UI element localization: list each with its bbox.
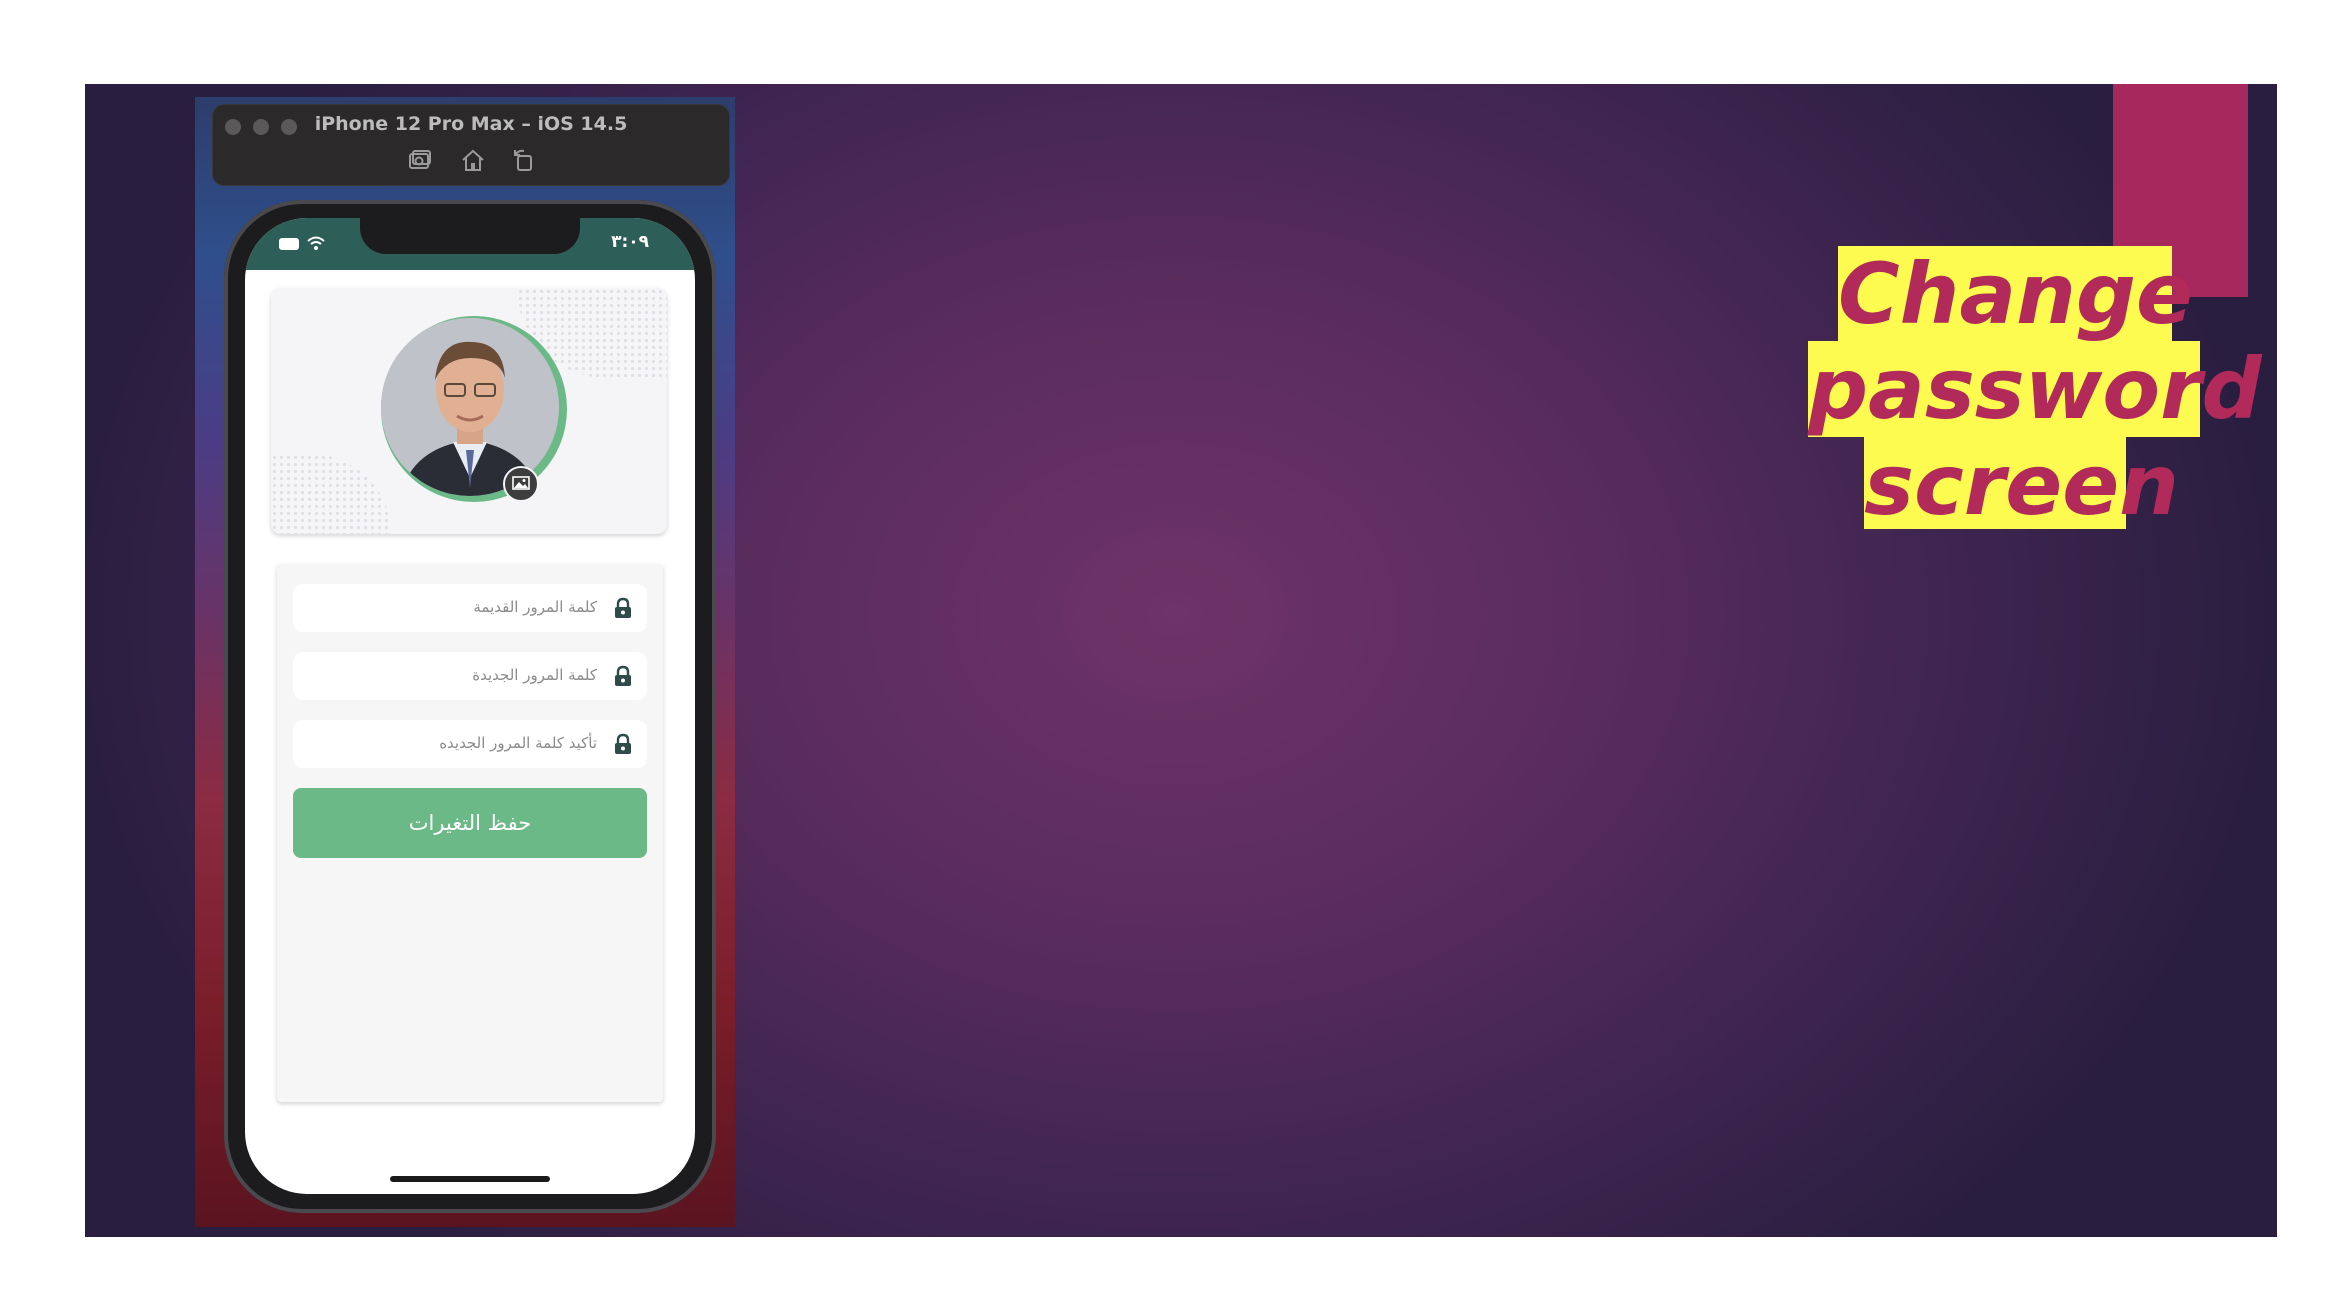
lock-icon [615, 665, 631, 686]
lock-icon [615, 733, 631, 754]
image-icon [512, 476, 530, 490]
new-password-field[interactable]: كلمة المرور الجديدة [293, 652, 647, 700]
new-password-placeholder: كلمة المرور الجديدة [472, 666, 597, 684]
rotate-icon[interactable] [511, 147, 537, 173]
old-password-field[interactable]: كلمة المرور القديمة [293, 584, 647, 632]
simulator-window-title: iPhone 12 Pro Max – iOS 14.5 [314, 113, 628, 135]
lock-icon [615, 597, 631, 618]
confirm-password-placeholder: تأكيد كلمة المرور الجديده [439, 734, 597, 752]
home-indicator[interactable] [390, 1176, 550, 1182]
wifi-icon [307, 236, 325, 250]
slide-title-line-1: Change [1838, 245, 2194, 343]
profile-card [271, 288, 667, 534]
slide-title-line-3: screen [1864, 436, 2179, 534]
screenshot-icon[interactable] [407, 147, 433, 173]
dot-pattern-bottom [271, 454, 391, 534]
status-time: ٣:٠٩ [611, 232, 649, 252]
home-icon[interactable] [460, 147, 486, 173]
change-password-form: كلمة المرور القديمة كلمة المرور الجديدة … [277, 564, 663, 1102]
confirm-password-field[interactable]: تأكيد كلمة المرور الجديده [293, 720, 647, 768]
battery-icon [279, 238, 299, 250]
save-changes-button[interactable]: حفظ التغيرات [293, 788, 647, 858]
change-photo-button[interactable] [503, 466, 539, 502]
slide-title-line-2: password [1808, 340, 2262, 438]
phone-screen: ٣:٠٩ كلمة المرور القديمة كلمة المرور الج… [245, 218, 695, 1194]
old-password-placeholder: كلمة المرور القديمة [473, 598, 597, 616]
simulator-toolbar: iPhone 12 Pro Max – iOS 14.5 [212, 104, 730, 186]
notch [360, 218, 580, 254]
